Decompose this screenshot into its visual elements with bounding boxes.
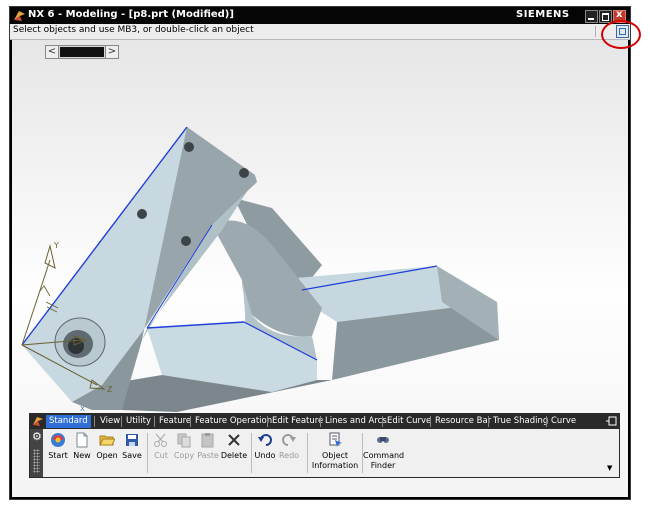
undo-label: Undo	[254, 451, 276, 460]
gear-icon[interactable]: ⚙	[32, 431, 42, 442]
undo-icon	[258, 434, 272, 446]
delete-label: Delete	[220, 451, 248, 460]
tab-edit-curve[interactable]: Edit Curve	[384, 415, 434, 428]
new-label: New	[73, 451, 91, 460]
tab-divider	[121, 416, 122, 427]
save-label: Save	[122, 451, 142, 460]
brand-logo-text: SIEMENS	[516, 9, 570, 20]
paste-label: Paste	[197, 451, 219, 460]
slider-right-arrow-icon[interactable]: >	[105, 46, 118, 58]
tab-divider	[94, 416, 95, 427]
redo-label: Redo	[278, 451, 300, 460]
cue-divider	[595, 26, 596, 37]
tab-divider	[267, 416, 268, 427]
paste-icon	[201, 433, 214, 448]
toolbar-separator	[307, 433, 308, 473]
object-information-label: Object Information	[311, 451, 359, 470]
copy-label: Copy	[173, 451, 195, 460]
cue-line: Select objects and use MB3, or double-cl…	[10, 24, 630, 40]
slider-left-arrow-icon[interactable]: <	[46, 46, 59, 58]
tab-divider	[320, 416, 321, 427]
tab-divider	[430, 416, 431, 427]
scissors-icon	[154, 433, 167, 447]
tab-overflow-menu-icon[interactable]	[605, 415, 617, 427]
cue-text: Select objects and use MB3, or double-cl…	[13, 25, 254, 35]
tab-divider	[190, 416, 191, 427]
toolbar-separator	[147, 433, 148, 473]
triad-z-label: Z	[107, 385, 113, 394]
paste-button[interactable]: Paste	[196, 432, 220, 476]
object-information-label-line1: Object	[321, 451, 349, 460]
datum-x-label: X	[80, 405, 85, 413]
tab-standard[interactable]: Standard	[46, 415, 91, 428]
tab-curve[interactable]: Curve	[548, 415, 579, 428]
tab-divider	[488, 416, 489, 427]
annotation-circle	[601, 20, 641, 49]
tab-true-shading[interactable]: True Shading	[490, 415, 551, 428]
graphics-window[interactable]: Y Z X < > Standard View Utility Feature	[12, 40, 628, 497]
object-information-label-line2: Information	[311, 460, 359, 470]
save-button[interactable]: Save	[120, 432, 144, 476]
cut-label: Cut	[154, 451, 168, 460]
new-button[interactable]: New	[70, 432, 94, 476]
tab-feature[interactable]: Feature	[156, 415, 194, 428]
toolbar-grip[interactable]: ⚙	[30, 429, 43, 477]
view-slider[interactable]: < >	[45, 45, 119, 59]
object-information-button[interactable]: Object Information	[311, 432, 359, 476]
title-bar[interactable]: NX 6 - Modeling - [p8.prt (Modified)] SI…	[10, 7, 630, 24]
grip-dots-icon	[33, 449, 40, 473]
start-button[interactable]: Start	[46, 432, 70, 476]
command-finder-icon	[377, 437, 389, 443]
slider-thumb[interactable]	[60, 47, 104, 57]
toolbar-separator	[251, 433, 252, 473]
save-disk-icon	[126, 434, 138, 446]
tab-utility[interactable]: Utility	[123, 415, 154, 428]
command-finder-label: Command Finder	[363, 451, 405, 470]
command-finder-label-line2: Finder	[370, 460, 396, 470]
nx-logo-icon	[33, 417, 43, 426]
minimize-button[interactable]	[585, 10, 598, 23]
object-information-icon	[329, 432, 342, 447]
tab-view[interactable]: View	[97, 415, 123, 428]
delete-x-icon	[228, 434, 240, 446]
tab-divider	[154, 416, 155, 427]
tab-lines-and-arcs[interactable]: Lines and Arcs	[322, 415, 390, 428]
redo-button[interactable]: Redo	[277, 432, 301, 476]
command-finder-button[interactable]: Command Finder	[363, 432, 405, 476]
open-label: Open	[96, 451, 118, 460]
nx-app-icon	[14, 11, 25, 21]
undo-button[interactable]: Undo	[253, 432, 277, 476]
ribbon-toolbar: Standard View Utility Feature Feature Op…	[29, 413, 620, 478]
open-button[interactable]: Open	[94, 432, 120, 476]
start-label: Start	[48, 451, 68, 460]
start-icon	[51, 433, 65, 447]
toolbar-more-dropdown-icon[interactable]: ▼	[607, 464, 612, 472]
copy-button[interactable]: Copy	[172, 432, 196, 476]
tab-resource-bar[interactable]: Resource Bar	[432, 415, 494, 428]
copy-icon	[177, 433, 191, 448]
open-folder-icon	[99, 435, 115, 446]
nx-application-window: NX 6 - Modeling - [p8.prt (Modified)] SI…	[9, 6, 631, 500]
tab-divider	[546, 416, 547, 427]
tab-divider	[382, 416, 383, 427]
delete-button[interactable]: Delete	[220, 432, 248, 476]
cut-button[interactable]: Cut	[151, 432, 171, 476]
command-finder-label-line1: Command	[363, 451, 405, 460]
new-file-icon	[76, 432, 88, 448]
redo-icon	[282, 434, 296, 446]
triad-y-label: Y	[53, 241, 59, 250]
toolbar-tab-row: Standard View Utility Feature Feature Op…	[30, 414, 619, 429]
tab-feature-operation[interactable]: Feature Operation	[192, 415, 275, 428]
window-title: NX 6 - Modeling - [p8.prt (Modified)]	[28, 9, 234, 20]
tab-edit-feature[interactable]: Edit Feature	[269, 415, 326, 428]
